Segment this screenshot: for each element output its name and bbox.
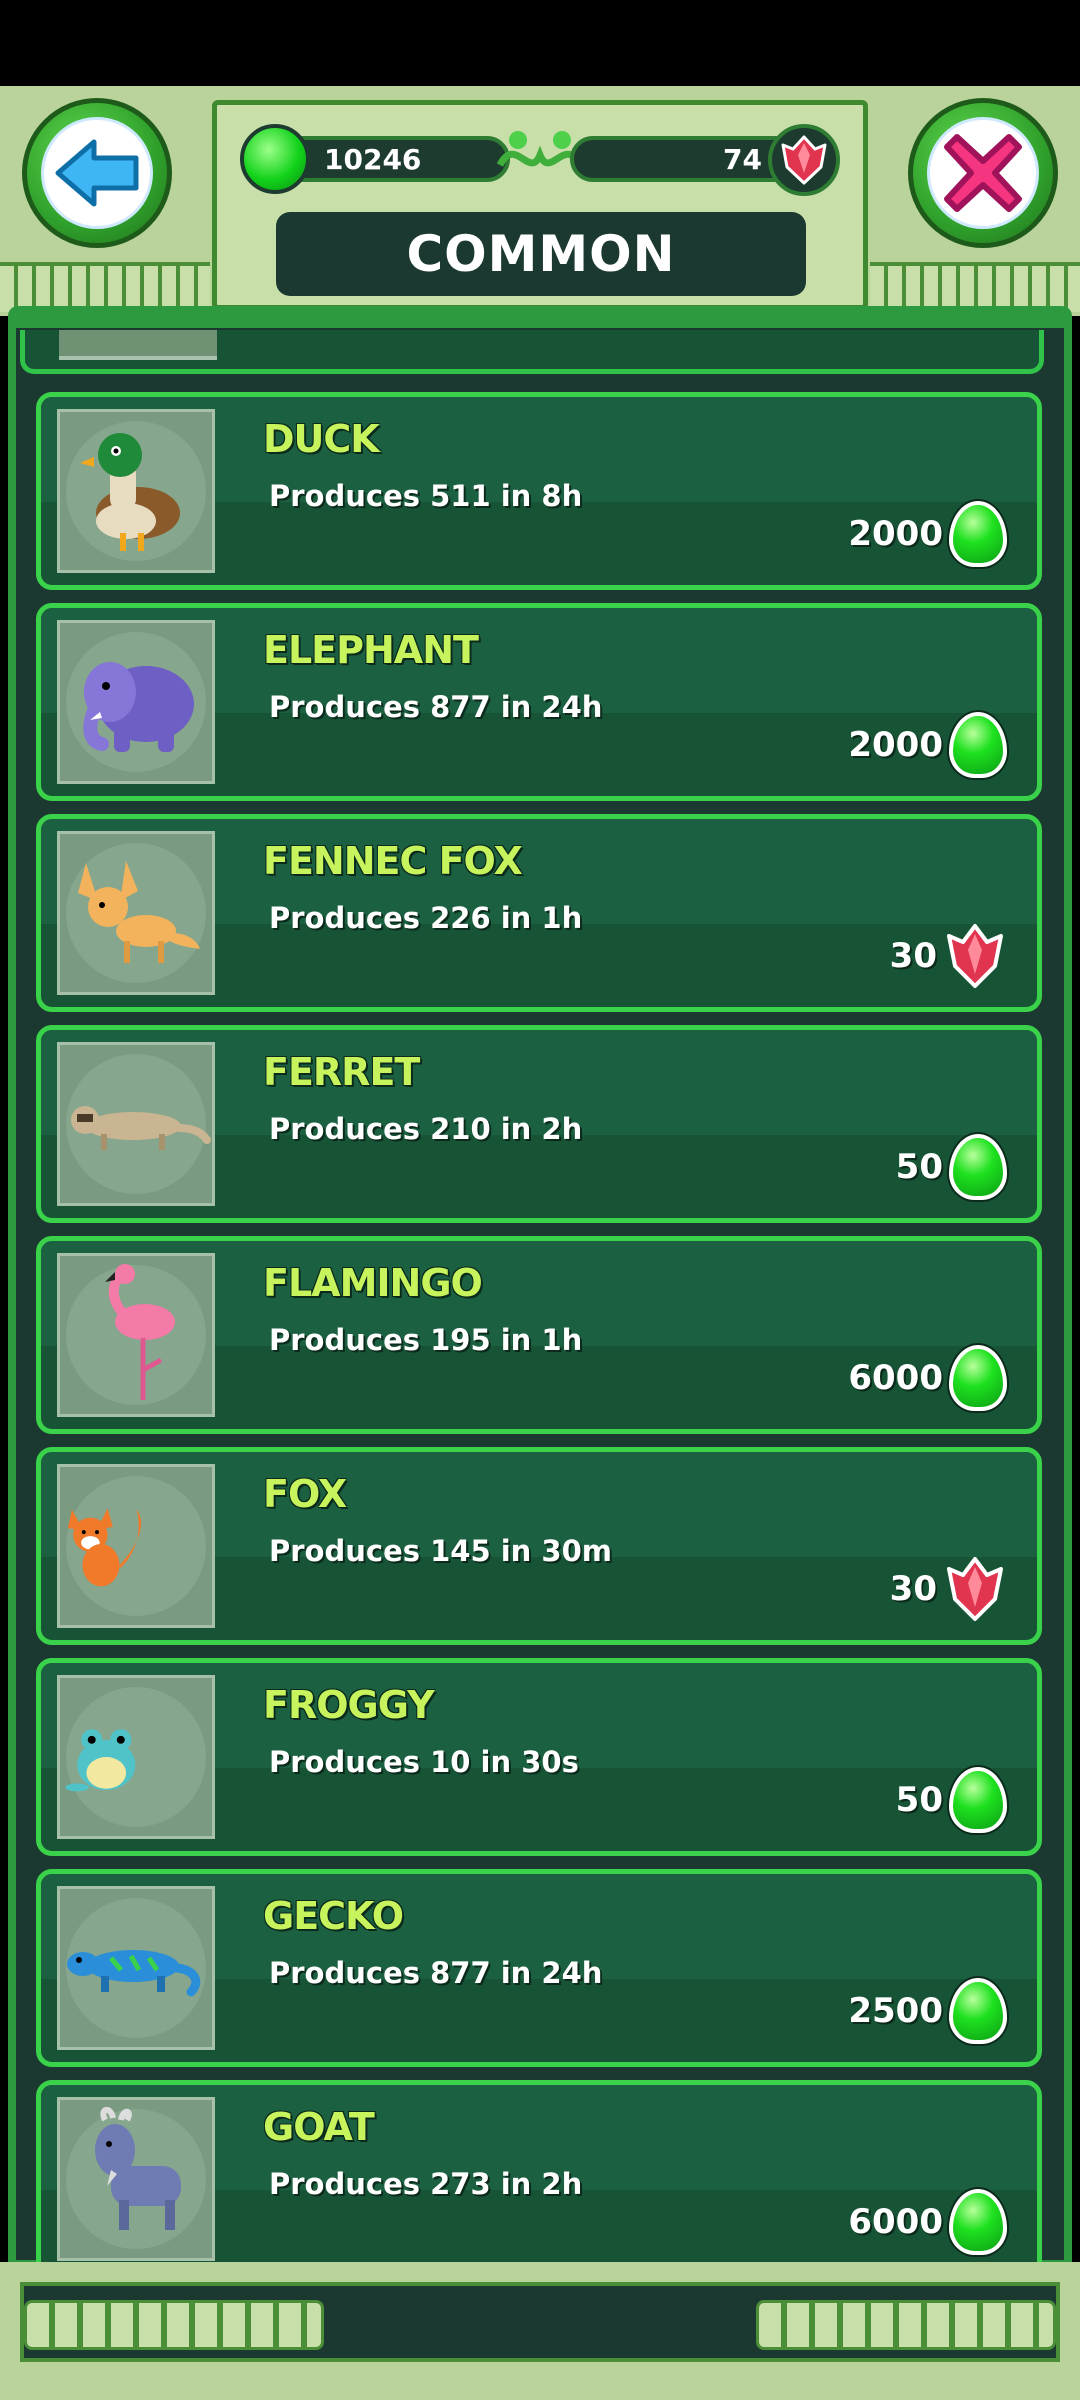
froggy-icon xyxy=(65,1729,136,1792)
animal-production: Produces 511 in 8h xyxy=(269,479,583,513)
gecko-icon xyxy=(67,1950,201,1997)
animal-production: Produces 145 in 30m xyxy=(269,1534,612,1568)
animal-name: FENNEC FOX xyxy=(263,839,523,883)
price-button[interactable]: 30 xyxy=(890,921,1007,991)
jelly-count: 10246 xyxy=(324,142,422,176)
price-value: 6000 xyxy=(848,2202,943,2242)
animal-production: Produces 273 in 2h xyxy=(269,2167,583,2201)
price-button[interactable]: 2500 xyxy=(848,1976,1007,2046)
price-value: 50 xyxy=(895,1147,943,1187)
jelly-icon xyxy=(949,2189,1007,2255)
jelly-icon xyxy=(949,1345,1007,1411)
flamingo-icon xyxy=(105,1264,175,1400)
price-button[interactable]: 6000 xyxy=(848,1343,1007,1413)
fennec-fox-icon xyxy=(78,861,200,963)
jelly-icon xyxy=(949,712,1007,778)
footer-ornament-left xyxy=(24,2300,324,2350)
animal-card[interactable]: FROGGY Produces 10 in 30s 50 xyxy=(36,1658,1042,1856)
animal-card[interactable]: GECKO Produces 877 in 24h 2500 xyxy=(36,1869,1042,2067)
header-ornament-right xyxy=(870,262,1080,312)
animal-name: FLAMINGO xyxy=(263,1261,483,1305)
price-button[interactable]: 2000 xyxy=(848,499,1007,569)
header-ornament-left xyxy=(0,262,210,312)
jelly-icon xyxy=(949,1134,1007,1200)
price-button[interactable]: 50 xyxy=(896,1132,1007,1202)
price-value: 30 xyxy=(889,936,937,976)
price-button[interactable]: 2000 xyxy=(848,710,1007,780)
animal-name: ELEPHANT xyxy=(263,628,479,672)
animal-production: Produces 210 in 2h xyxy=(269,1112,583,1146)
jelly-icon xyxy=(949,501,1007,567)
animal-card[interactable]: DUCK Produces 511 in 8h 2000 xyxy=(36,392,1042,590)
animal-name: GOAT xyxy=(263,2105,375,2149)
animal-thumbnail xyxy=(57,1253,215,1417)
page-title: COMMON xyxy=(276,212,806,296)
ferret-icon xyxy=(71,1106,211,1150)
animal-card[interactable]: ELEPHANT Produces 877 in 24h 2000 xyxy=(36,603,1042,801)
animal-thumbnail xyxy=(59,330,217,360)
animal-name: FERRET xyxy=(263,1050,420,1094)
animal-card[interactable]: FERRET Produces 210 in 2h 50 xyxy=(36,1025,1042,1223)
price-value: 2000 xyxy=(848,514,943,554)
animal-production: Produces 226 in 1h xyxy=(269,901,583,935)
animal-name: FROGGY xyxy=(263,1683,435,1727)
animal-thumbnail xyxy=(57,409,215,573)
animal-thumbnail xyxy=(57,620,215,784)
elephant-icon xyxy=(83,662,194,752)
price-button[interactable]: 6000 xyxy=(848,2187,1007,2257)
animal-production: Produces 877 in 24h xyxy=(269,690,603,724)
jelly-icon xyxy=(240,124,310,194)
animal-card[interactable]: FENNEC FOX Produces 226 in 1h 30 xyxy=(36,814,1042,1012)
currency-bar: 10246 74 xyxy=(240,120,840,200)
jelly-icon xyxy=(949,1767,1007,1833)
price-value: 6000 xyxy=(848,1358,943,1398)
price-value: 30 xyxy=(889,1569,937,1609)
price-button[interactable]: 50 xyxy=(896,1765,1007,1835)
fox-icon xyxy=(67,1508,142,1587)
animal-thumbnail xyxy=(57,1464,215,1628)
animal-thumbnail xyxy=(57,1886,215,2050)
crystal-icon xyxy=(768,124,840,196)
animal-thumbnail xyxy=(57,2097,215,2261)
jelly-icon xyxy=(949,1978,1007,2044)
animal-thumbnail xyxy=(57,831,215,995)
back-button[interactable] xyxy=(22,98,172,248)
crystal-icon xyxy=(947,1557,1003,1621)
close-x-icon xyxy=(944,134,1022,212)
price-value: 2500 xyxy=(848,1991,943,2031)
animal-thumbnail xyxy=(57,1675,215,1839)
crystal-icon xyxy=(947,924,1003,988)
animal-production: Produces 10 in 30s xyxy=(269,1745,579,1779)
animal-production: Produces 195 in 1h xyxy=(269,1323,583,1357)
status-bar xyxy=(0,0,1080,86)
animal-card[interactable]: GOAT Produces 273 in 2h 6000 xyxy=(36,2080,1042,2278)
animal-name: FOX xyxy=(263,1472,347,1516)
animal-name: DUCK xyxy=(263,417,380,461)
footer-ornament-right xyxy=(756,2300,1056,2350)
animal-card[interactable]: FLAMINGO Produces 195 in 1h 6000 xyxy=(36,1236,1042,1434)
price-button[interactable]: 30 xyxy=(890,1554,1007,1624)
list-item-partial[interactable] xyxy=(20,330,1044,374)
animal-production: Produces 877 in 24h xyxy=(269,1956,603,1990)
animal-card[interactable]: FOX Produces 145 in 30m 30 xyxy=(36,1447,1042,1645)
goat-icon xyxy=(95,2107,181,2230)
close-button[interactable] xyxy=(908,98,1058,248)
crystal-count: 74 xyxy=(723,142,762,176)
animal-name: GECKO xyxy=(263,1894,404,1938)
price-value: 2000 xyxy=(848,725,943,765)
animal-thumbnail xyxy=(57,1042,215,1206)
duck-icon xyxy=(80,433,180,551)
back-arrow-icon xyxy=(55,139,139,207)
price-value: 50 xyxy=(895,1780,943,1820)
